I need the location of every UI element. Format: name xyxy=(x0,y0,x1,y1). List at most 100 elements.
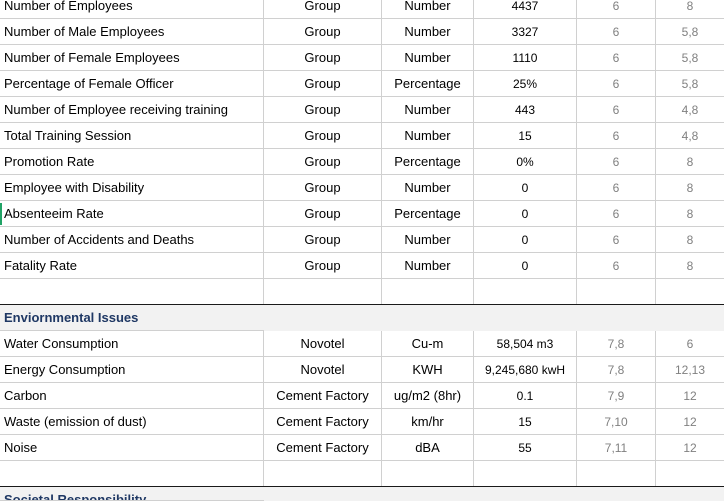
reference-cell-2[interactable]: 12,13 xyxy=(656,357,724,383)
reference-cell-1[interactable]: 6 xyxy=(577,175,656,201)
empty-cell[interactable] xyxy=(264,461,382,487)
scope-cell[interactable]: Group xyxy=(264,253,382,279)
indicator-label-cell[interactable]: Number of Employees xyxy=(0,0,264,19)
reference-cell-2[interactable]: 4,8 xyxy=(656,123,724,149)
indicator-label-cell[interactable]: Number of Accidents and Deaths xyxy=(0,227,264,253)
empty-cell[interactable] xyxy=(382,461,474,487)
scope-cell[interactable]: Cement Factory xyxy=(264,409,382,435)
scope-cell[interactable]: Group xyxy=(264,19,382,45)
reference-cell-2[interactable]: 12 xyxy=(656,435,724,461)
reference-cell-1[interactable]: 6 xyxy=(577,45,656,71)
value-cell[interactable]: 55 xyxy=(474,435,577,461)
table-row[interactable]: Water Consumption Novotel Cu-m 58,504 m3… xyxy=(0,331,724,357)
indicator-label-cell[interactable]: Promotion Rate xyxy=(0,149,264,175)
unit-cell[interactable]: Percentage xyxy=(382,201,474,227)
reference-cell-2[interactable]: 5,8 xyxy=(656,19,724,45)
value-cell[interactable]: 9,245,680 kwH xyxy=(474,357,577,383)
value-cell[interactable]: 15 xyxy=(474,123,577,149)
unit-cell[interactable]: Number xyxy=(382,175,474,201)
reference-cell-1[interactable]: 6 xyxy=(577,149,656,175)
indicator-label-cell[interactable]: Waste (emission of dust) xyxy=(0,409,264,435)
scope-cell[interactable]: Group xyxy=(264,227,382,253)
value-cell[interactable]: 0 xyxy=(474,227,577,253)
value-cell[interactable]: 0 xyxy=(474,253,577,279)
reference-cell-2[interactable]: 6 xyxy=(656,331,724,357)
section-header-row[interactable]: Enviornmental Issues xyxy=(0,304,724,331)
reference-cell-2[interactable]: 8 xyxy=(656,175,724,201)
empty-cell[interactable] xyxy=(577,279,656,305)
reference-cell-2[interactable]: 12 xyxy=(656,409,724,435)
reference-cell-2[interactable]: 4,8 xyxy=(656,97,724,123)
scope-cell[interactable]: Cement Factory xyxy=(264,435,382,461)
reference-cell-1[interactable]: 6 xyxy=(577,123,656,149)
reference-cell-1[interactable]: 7,8 xyxy=(577,331,656,357)
unit-cell[interactable]: Cu-m xyxy=(382,331,474,357)
reference-cell-2[interactable]: 8 xyxy=(656,201,724,227)
empty-cell[interactable] xyxy=(656,279,724,305)
empty-cell[interactable] xyxy=(656,461,724,487)
table-row[interactable]: Promotion Rate Group Percentage 0% 6 8 xyxy=(0,149,724,175)
scope-cell[interactable]: Group xyxy=(264,97,382,123)
value-cell[interactable]: 3327 xyxy=(474,19,577,45)
indicator-label-cell[interactable]: Carbon xyxy=(0,383,264,409)
table-row[interactable]: Employee with Disability Group Number 0 … xyxy=(0,175,724,201)
empty-cell[interactable] xyxy=(264,279,382,305)
unit-cell[interactable]: Number xyxy=(382,97,474,123)
empty-cell[interactable] xyxy=(382,279,474,305)
table-row[interactable]: Noise Cement Factory dBA 55 7,11 12 xyxy=(0,435,724,461)
reference-cell-1[interactable]: 6 xyxy=(577,227,656,253)
value-cell[interactable]: 0 xyxy=(474,201,577,227)
unit-cell[interactable]: Percentage xyxy=(382,149,474,175)
indicator-label-cell[interactable]: Energy Consumption xyxy=(0,357,264,383)
table-row[interactable]: Number of Employees Group Number 4437 6 … xyxy=(0,0,724,19)
reference-cell-1[interactable]: 7,9 xyxy=(577,383,656,409)
empty-cell[interactable] xyxy=(0,279,264,305)
indicator-label-cell[interactable]: Number of Female Employees xyxy=(0,45,264,71)
unit-cell[interactable]: dBA xyxy=(382,435,474,461)
table-row[interactable]: Fatality Rate Group Number 0 6 8 xyxy=(0,253,724,279)
empty-cell[interactable] xyxy=(474,279,577,305)
indicator-label-cell[interactable]: Noise xyxy=(0,435,264,461)
unit-cell[interactable]: ug/m2 (8hr) xyxy=(382,383,474,409)
table-row[interactable]: Number of Male Employees Group Number 33… xyxy=(0,19,724,45)
scope-cell[interactable]: Group xyxy=(264,149,382,175)
scope-cell[interactable]: Group xyxy=(264,175,382,201)
unit-cell[interactable]: Number xyxy=(382,45,474,71)
table-row[interactable]: Number of Accidents and Deaths Group Num… xyxy=(0,227,724,253)
value-cell[interactable]: 15 xyxy=(474,409,577,435)
unit-cell[interactable]: Number xyxy=(382,19,474,45)
section-header-row[interactable]: Societal Responsibility xyxy=(0,486,724,501)
unit-cell[interactable]: Number xyxy=(382,253,474,279)
value-cell[interactable]: 443 xyxy=(474,97,577,123)
value-cell[interactable]: 1110 xyxy=(474,45,577,71)
reference-cell-1[interactable]: 6 xyxy=(577,0,656,19)
reference-cell-1[interactable]: 6 xyxy=(577,253,656,279)
indicator-label-cell[interactable]: Total Training Session xyxy=(0,123,264,149)
reference-cell-2[interactable]: 8 xyxy=(656,253,724,279)
indicator-label-cell[interactable]: Number of Employee receiving training xyxy=(0,97,264,123)
reference-cell-2[interactable]: 8 xyxy=(656,0,724,19)
table-row[interactable]: Number of Female Employees Group Number … xyxy=(0,45,724,71)
value-cell[interactable]: 25% xyxy=(474,71,577,97)
empty-row[interactable] xyxy=(0,279,724,305)
reference-cell-1[interactable]: 6 xyxy=(577,97,656,123)
indicator-label-cell[interactable]: Water Consumption xyxy=(0,331,264,357)
reference-cell-1[interactable]: 7,8 xyxy=(577,357,656,383)
unit-cell[interactable]: Number xyxy=(382,0,474,19)
scope-cell[interactable]: Group xyxy=(264,0,382,19)
reference-cell-2[interactable]: 12 xyxy=(656,383,724,409)
reference-cell-1[interactable]: 6 xyxy=(577,19,656,45)
reference-cell-1[interactable]: 7,10 xyxy=(577,409,656,435)
table-row[interactable]: Total Training Session Group Number 15 6… xyxy=(0,123,724,149)
empty-cell[interactable] xyxy=(577,461,656,487)
value-cell[interactable]: 0 xyxy=(474,175,577,201)
scope-cell[interactable]: Novotel xyxy=(264,357,382,383)
section-title[interactable]: Enviornmental Issues xyxy=(0,305,264,331)
value-cell[interactable]: 4437 xyxy=(474,0,577,19)
indicator-label-cell[interactable]: Percentage of Female Officer xyxy=(0,71,264,97)
reference-cell-2[interactable]: 8 xyxy=(656,149,724,175)
reference-cell-1[interactable]: 6 xyxy=(577,201,656,227)
section-title[interactable]: Societal Responsibility xyxy=(0,487,264,501)
value-cell[interactable]: 0% xyxy=(474,149,577,175)
value-cell[interactable]: 58,504 m3 xyxy=(474,331,577,357)
